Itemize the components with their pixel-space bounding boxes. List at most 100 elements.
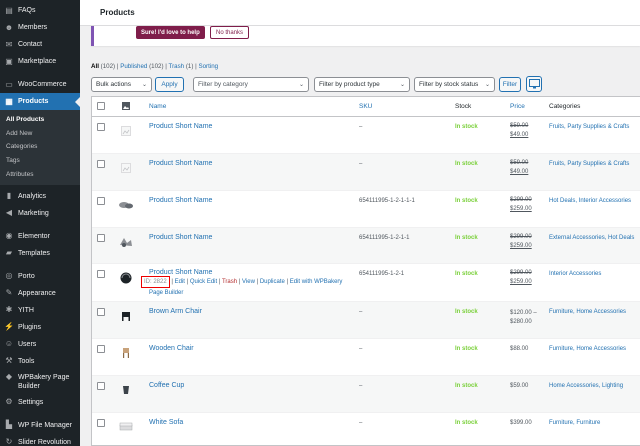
notice-dismiss-button[interactable]: No thanks	[210, 26, 250, 39]
sidebar-item-faqs[interactable]: ▤ FAQs	[0, 2, 80, 19]
submenu-categories[interactable]: Categories	[0, 140, 80, 154]
export-button[interactable]	[526, 76, 542, 92]
product-sku: 654111995-1-2-1-1	[359, 235, 410, 241]
marketplace-icon: ▣	[5, 56, 13, 66]
apply-button[interactable]: Apply	[155, 77, 184, 92]
product-categories[interactable]: Hot Deals, Interior Accessories	[549, 198, 631, 204]
product-categories[interactable]: Home Accessories, Lighting	[549, 383, 623, 389]
sidebar-item-contact[interactable]: ✉ Contact	[0, 36, 80, 53]
product-thumbnail[interactable]	[117, 123, 135, 139]
row-checkbox[interactable]	[97, 419, 105, 427]
column-price[interactable]: Price	[510, 103, 525, 110]
product-categories[interactable]: Furniture, Furniture	[549, 420, 600, 426]
sidebar-item-marketing[interactable]: ◀ Marketing	[0, 205, 80, 222]
woocommerce-icon: ▭	[5, 79, 13, 89]
sidebar-item-porto[interactable]: ◎ Porto	[0, 268, 80, 285]
row-action-quick-edit[interactable]: Quick Edit	[190, 279, 217, 285]
sidebar-item-elementor[interactable]: ◉ Elementor	[0, 228, 80, 245]
row-checkbox[interactable]	[97, 123, 105, 131]
product-categories[interactable]: Furniture, Home Accessories	[549, 309, 626, 315]
page-title: Products	[100, 8, 135, 17]
sidebar-item-yith[interactable]: ✱ YITH	[0, 302, 80, 319]
price: $88.00	[510, 346, 529, 352]
sidebar-item-analytics[interactable]: ▮ Analytics	[0, 188, 80, 205]
sidebar-item-woocommerce[interactable]: ▭ WooCommerce	[0, 76, 80, 93]
product-name-link[interactable]: Product Short Name	[149, 234, 212, 241]
row-checkbox[interactable]	[97, 197, 105, 205]
sidebar-item-wp-file-manager[interactable]: ▙ WP File Manager	[0, 417, 80, 434]
product-name-link[interactable]: White Sofa	[149, 419, 183, 426]
product-thumbnail[interactable]	[117, 419, 135, 435]
product-name-link[interactable]: Product Short Name	[149, 197, 212, 204]
product-thumbnail[interactable]	[117, 160, 135, 176]
sidebar-item-marketplace[interactable]: ▣ Marketplace	[0, 53, 80, 70]
row-checkbox[interactable]	[97, 160, 105, 168]
submenu-all-products[interactable]: All Products	[0, 113, 80, 127]
product-categories[interactable]: Fruits, Party Supplies & Crafts	[549, 124, 629, 130]
sidebar-item-templates[interactable]: ▰ Templates	[0, 245, 80, 262]
row-checkbox[interactable]	[97, 345, 105, 353]
product-thumbnail[interactable]	[117, 234, 135, 250]
bulk-actions-select[interactable]: Bulk actions ⌄	[91, 77, 152, 92]
stock-status: In stock	[455, 124, 478, 130]
sidebar-item-products[interactable]: ▦ Products	[0, 93, 80, 110]
product-name-link[interactable]: Product Short Name	[149, 160, 212, 167]
row-checkbox[interactable]	[97, 270, 105, 278]
sale-price: $49.00	[510, 132, 529, 138]
filter-category-select[interactable]: Filter by category ⌄	[193, 77, 309, 92]
product-sku: –	[359, 161, 363, 167]
sidebar-item-users[interactable]: ☺ Users	[0, 336, 80, 353]
row-action-edit[interactable]: Edit	[175, 279, 185, 285]
notice-accept-button[interactable]: Sure! I'd love to help	[136, 26, 205, 39]
product-sku: –	[359, 420, 363, 426]
submenu-attributes[interactable]: Attributes	[0, 167, 80, 181]
view-trash-link[interactable]: Trash	[169, 63, 185, 70]
product-thumbnail[interactable]	[117, 345, 135, 361]
stock-status: In stock	[455, 161, 478, 167]
row-action-duplicate[interactable]: Duplicate	[260, 279, 285, 285]
view-sorting-link[interactable]: Sorting	[198, 63, 218, 70]
view-all-link[interactable]: All	[91, 63, 99, 70]
submenu-add-new[interactable]: Add New	[0, 127, 80, 141]
view-published-link[interactable]: Published	[120, 63, 147, 70]
product-name-link[interactable]: Product Short Name	[149, 269, 212, 276]
product-thumbnail[interactable]	[117, 197, 135, 213]
stock-status: In stock	[455, 198, 478, 204]
table-row: White Sofa – In stock $399.00 Furniture,…	[92, 413, 640, 446]
chevron-down-icon: ⌄	[399, 82, 405, 88]
sidebar-item-slider-revolution[interactable]: ↻ Slider Revolution	[0, 434, 80, 446]
product-categories[interactable]: Fruits, Party Supplies & Crafts	[549, 161, 629, 167]
row-checkbox[interactable]	[97, 308, 105, 316]
submenu-tags[interactable]: Tags	[0, 154, 80, 168]
sidebar-item-wpbakery[interactable]: ◆ WPBakery Page Builder	[0, 370, 80, 394]
product-categories[interactable]: Interior Accessories	[549, 271, 601, 277]
filter-stock-status-select[interactable]: Filter by stock status ⌄	[414, 77, 495, 92]
sidebar-item-plugins[interactable]: ⚡ Plugins	[0, 319, 80, 336]
product-categories[interactable]: External Accessories, Hot Deals	[549, 235, 634, 241]
regular-price: $59.00	[510, 123, 529, 129]
product-name-link[interactable]: Wooden Chair	[149, 345, 194, 352]
row-checkbox[interactable]	[97, 234, 105, 242]
product-name-link[interactable]: Brown Arm Chair	[149, 308, 202, 315]
product-name-link[interactable]: Product Short Name	[149, 123, 212, 130]
sidebar-item-members[interactable]: ☻ Members	[0, 19, 80, 36]
filter-button[interactable]: Filter	[499, 77, 521, 92]
product-categories[interactable]: Furniture, Home Accessories	[549, 346, 626, 352]
bulk-actions-value: Bulk actions	[96, 81, 132, 88]
table-row: Brown Arm Chair – In stock $120.00 – $280…	[92, 302, 640, 339]
product-name-link[interactable]: Coffee Cup	[149, 382, 184, 389]
product-thumbnail[interactable]	[117, 382, 135, 398]
row-action-view[interactable]: View	[242, 279, 255, 285]
column-name[interactable]: Name	[149, 103, 166, 110]
sale-price: $49.00	[510, 169, 529, 175]
row-checkbox[interactable]	[97, 382, 105, 390]
row-action-trash[interactable]: Trash	[222, 279, 237, 285]
product-thumbnail[interactable]	[117, 308, 135, 324]
select-all-checkbox[interactable]	[97, 102, 105, 110]
filter-product-type-select[interactable]: Filter by product type ⌄	[314, 77, 410, 92]
column-sku[interactable]: SKU	[359, 103, 372, 110]
product-thumbnail[interactable]	[117, 270, 135, 286]
sidebar-item-tools[interactable]: ⚒ Tools	[0, 353, 80, 370]
sidebar-item-settings[interactable]: ⚙ Settings	[0, 394, 80, 411]
sidebar-item-appearance[interactable]: ✎ Appearance	[0, 285, 80, 302]
